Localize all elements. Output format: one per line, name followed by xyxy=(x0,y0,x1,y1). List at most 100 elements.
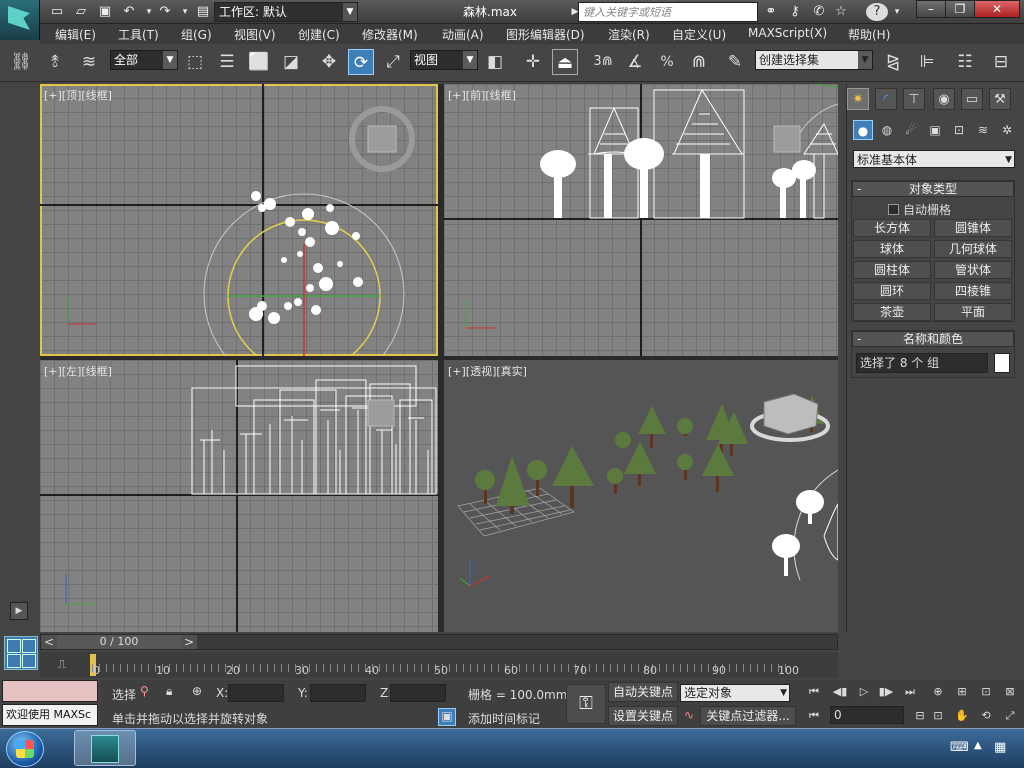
select-rotate-icon[interactable]: ⟳ xyxy=(348,49,374,75)
play-icon[interactable]: ▷ xyxy=(854,682,874,702)
select-move-icon[interactable]: ✥ xyxy=(316,49,342,75)
viewport-perspective-label[interactable]: [+][透视][真实] xyxy=(448,363,527,379)
menu-animation[interactable]: 动画(A) xyxy=(442,26,484,43)
open-file-icon[interactable]: ▱ xyxy=(72,3,90,21)
reference-coordinate-select[interactable]: 视图 ▼ xyxy=(410,50,478,70)
key-tool-icon[interactable]: ⚷ xyxy=(786,3,804,21)
favorites-star-icon[interactable]: ☆ xyxy=(832,3,850,21)
zoom-all-icon[interactable]: ⊞ xyxy=(952,682,972,702)
systems-icon[interactable]: ✲ xyxy=(997,120,1017,140)
y-coordinate-input[interactable] xyxy=(310,684,366,702)
maximize-toggle-icon[interactable]: ⤢ xyxy=(1000,706,1020,726)
sphere-button[interactable]: 球体 xyxy=(853,240,931,258)
angle-snap-icon[interactable]: ∡ xyxy=(622,49,648,75)
menu-modifiers[interactable]: 修改器(M) xyxy=(362,26,418,43)
close-icon[interactable]: ✕ xyxy=(974,0,1020,18)
torus-button[interactable]: 圆环 xyxy=(853,282,931,300)
zoom-extents-selected-icon[interactable]: ⊡ xyxy=(976,682,996,702)
zoom-extents-icon[interactable]: ⊕ xyxy=(928,682,948,702)
cylinder-button[interactable]: 圆柱体 xyxy=(853,261,931,279)
app-logo-button[interactable] xyxy=(0,0,40,40)
key-mode-select[interactable]: 选定对象 ▼ xyxy=(680,684,790,702)
mini-curve-editor-icon[interactable]: ⎍ xyxy=(50,654,74,674)
primitive-category-select[interactable]: 标准基本体 ▼ xyxy=(853,150,1015,168)
viewport-top-label[interactable]: [+][顶][线框] xyxy=(44,87,112,103)
next-key-icon[interactable]: ▮▶ xyxy=(876,682,896,702)
cone-button[interactable]: 圆锥体 xyxy=(934,219,1012,237)
spinner-snap-icon[interactable]: ⋒ xyxy=(686,49,712,75)
maxscript-listener-mini[interactable] xyxy=(2,680,98,702)
menu-graph-editors[interactable]: 图形编辑器(D) xyxy=(506,26,585,43)
search-input[interactable]: 键入关键字或短语 xyxy=(578,2,758,22)
selection-filter-select[interactable]: 全部 ▼ xyxy=(110,50,178,70)
menu-edit[interactable]: 编辑(E) xyxy=(55,26,96,43)
geosphere-button[interactable]: 几何球体 xyxy=(934,240,1012,258)
maximize-viewport-icon[interactable]: ⊠ xyxy=(1000,682,1020,702)
minimize-icon[interactable]: – xyxy=(916,0,946,18)
select-scale-icon[interactable]: ⤢ xyxy=(380,49,406,75)
layer-manager-icon[interactable]: ☷ xyxy=(952,49,978,75)
viewport-front-label[interactable]: [+][前][线框] xyxy=(448,87,516,103)
graphite-modeling-icon[interactable]: ⊟ xyxy=(988,49,1014,75)
previous-key-icon[interactable]: ◀▮ xyxy=(830,682,850,702)
previous-frame-icon[interactable]: < xyxy=(41,635,57,649)
snaps-toggle-icon[interactable]: 3⋒ xyxy=(590,49,616,75)
help-dropdown-icon[interactable]: ▾ xyxy=(888,3,906,21)
select-object-icon[interactable]: ⬚ xyxy=(182,49,208,75)
motion-tab-icon[interactable]: ◉ xyxy=(933,88,955,110)
hierarchy-tab-icon[interactable]: ⊤ xyxy=(903,88,925,110)
named-selection-set-input[interactable]: 创建选择集 ▼ xyxy=(755,50,873,70)
key-mode-toggle-icon[interactable]: ⏮ xyxy=(804,706,824,726)
absolute-mode-icon[interactable]: ⊕ xyxy=(192,684,202,698)
maxscript-welcome-field[interactable]: 欢迎使用 MAXSc xyxy=(2,704,98,726)
menu-customize[interactable]: 自定义(U) xyxy=(672,26,726,43)
set-key-icon[interactable]: ⚿ xyxy=(566,684,606,724)
manipulate-icon[interactable]: ✛ xyxy=(520,49,546,75)
z-coordinate-input[interactable] xyxy=(390,684,446,702)
viewport-perspective[interactable]: [+][透视][真实] xyxy=(444,360,838,632)
geometry-icon[interactable]: ● xyxy=(853,120,873,140)
helpers-icon[interactable]: ⊡ xyxy=(949,120,969,140)
viewport-layout-button[interactable] xyxy=(4,636,38,670)
isolate-selection-icon[interactable]: ⚲ xyxy=(140,684,149,698)
taskbar-3dsmax-button[interactable] xyxy=(74,730,136,766)
redo-icon[interactable]: ↷ xyxy=(156,3,174,21)
shapes-icon[interactable]: ◍ xyxy=(877,120,897,140)
link-icon[interactable]: ⛓ xyxy=(8,49,34,75)
align-icon[interactable]: ⊫ xyxy=(914,49,940,75)
new-file-icon[interactable]: ▭ xyxy=(48,3,66,21)
redo-dropdown-icon[interactable]: ▾ xyxy=(176,3,194,21)
pivot-center-icon[interactable]: ◧ xyxy=(482,49,508,75)
save-file-icon[interactable]: ▣ xyxy=(96,3,114,21)
space-warps-icon[interactable]: ≋ xyxy=(973,120,993,140)
display-tab-icon[interactable]: ▭ xyxy=(961,88,983,110)
menu-tools[interactable]: 工具(T) xyxy=(118,26,159,43)
lights-icon[interactable]: ☄ xyxy=(901,120,921,140)
select-by-name-icon[interactable]: ☰ xyxy=(214,49,240,75)
autogrid-checkbox[interactable]: 自动栅格 xyxy=(888,201,951,218)
pyramid-button[interactable]: 四棱锥 xyxy=(934,282,1012,300)
current-frame-input[interactable]: 0 xyxy=(830,706,904,724)
unlink-icon[interactable]: ⥉ xyxy=(42,49,68,75)
x-coordinate-input[interactable] xyxy=(228,684,284,702)
menu-maxscript[interactable]: MAXScript(X) xyxy=(748,26,827,40)
time-tag-icon[interactable]: ▣ xyxy=(438,708,456,726)
mirror-icon[interactable]: ⧎ xyxy=(880,49,906,75)
percent-snap-icon[interactable]: % xyxy=(654,49,680,75)
selection-lock-icon[interactable]: 🔒︎ xyxy=(166,684,172,699)
track-bar[interactable]: ⎍ 0 10 20 30 40 50 60 70 80 90 100 xyxy=(40,652,838,678)
maximize-icon[interactable]: ❐ xyxy=(945,0,975,18)
object-type-header[interactable]: - 对象类型 xyxy=(852,181,1014,197)
menu-help[interactable]: 帮助(H) xyxy=(848,26,890,43)
tube-button[interactable]: 管状体 xyxy=(934,261,1012,279)
cameras-icon[interactable]: ▣ xyxy=(925,120,945,140)
modify-tab-icon[interactable]: ◜ xyxy=(875,88,897,110)
binoculars-icon[interactable]: ⚭ xyxy=(762,3,780,21)
rectangular-selection-icon[interactable]: ⬜ xyxy=(246,49,272,75)
field-of-view-icon[interactable]: ⊡ xyxy=(928,706,948,726)
help-icon[interactable]: ? xyxy=(866,3,888,21)
plane-button[interactable]: 平面 xyxy=(934,303,1012,321)
utilities-tab-icon[interactable]: ⚒ xyxy=(989,88,1011,110)
workspace-select[interactable]: 工作区: 默认 ▼ xyxy=(214,2,358,22)
bind-space-warp-icon[interactable]: ≋ xyxy=(76,49,102,75)
